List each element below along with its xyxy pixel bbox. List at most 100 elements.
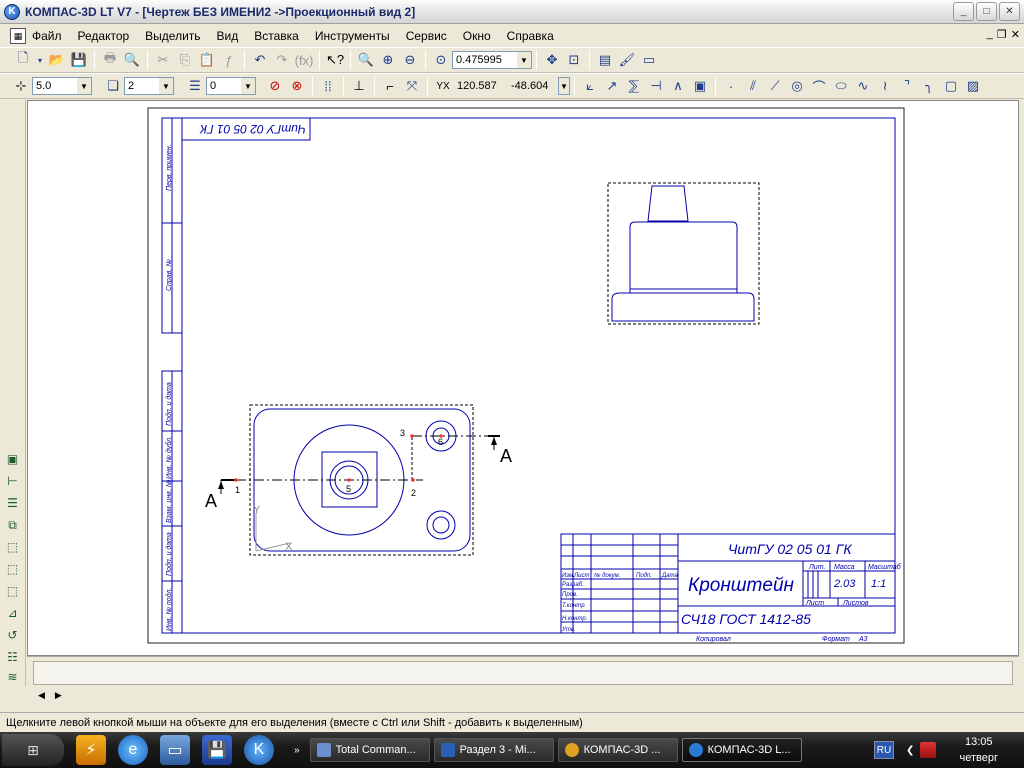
associative-views-icon[interactable]: ⊿ xyxy=(3,604,22,622)
language-indicator[interactable]: RU xyxy=(874,741,894,759)
chevron-down-icon[interactable]: ▼ xyxy=(241,78,255,94)
auxline-icon[interactable]: ⫽ xyxy=(742,75,764,97)
chevron-down-icon[interactable]: ▼ xyxy=(159,78,173,94)
task-kompas-1[interactable]: КОМПАС-3D ... xyxy=(557,738,678,762)
round-icon[interactable]: ⤧ xyxy=(401,75,423,97)
open-file-icon[interactable]: 📂 xyxy=(46,49,68,71)
zoom-scale-combo[interactable]: 0.475995 ▼ xyxy=(452,51,532,69)
rectangle-icon[interactable]: ▢ xyxy=(940,75,962,97)
zoom-out-icon[interactable]: ⊖ xyxy=(399,49,421,71)
select-panel-icon[interactable]: ⬚ xyxy=(3,582,22,600)
segment-icon[interactable]: ⟋ xyxy=(764,75,786,97)
menu-select[interactable]: Выделить xyxy=(137,29,208,43)
reports-panel-icon[interactable]: ≋ xyxy=(3,668,22,686)
nav-left-icon[interactable]: ◀ xyxy=(38,690,45,701)
measure-panel-icon[interactable]: ⬚ xyxy=(3,560,22,578)
mdi-minimize-button[interactable]: _ xyxy=(987,28,993,41)
zoom-in-icon[interactable]: ⊕ xyxy=(377,49,399,71)
parametrization-panel-icon[interactable]: ⬚ xyxy=(3,538,22,556)
function-icon[interactable]: ƒ xyxy=(218,49,240,71)
pan-icon[interactable]: ✥ xyxy=(541,49,563,71)
minimize-button[interactable]: _ xyxy=(953,2,974,21)
menu-tools[interactable]: Инструменты xyxy=(307,29,398,43)
tray-app-icon[interactable] xyxy=(920,742,937,758)
ortho-icon[interactable]: ⌐ xyxy=(379,75,401,97)
print-icon[interactable]: 🖶 xyxy=(99,49,121,71)
menu-file[interactable]: Файл xyxy=(32,29,70,43)
step-combo[interactable]: 5.0 ▼ xyxy=(32,77,92,95)
copy-icon[interactable]: ⎘ xyxy=(174,49,196,71)
chevron-down-icon[interactable]: ▼ xyxy=(77,78,91,94)
geometry-panel-icon[interactable]: ▣ xyxy=(3,450,22,468)
context-help-icon[interactable]: ↖? xyxy=(324,49,346,71)
redo-icon[interactable]: ↷ xyxy=(271,49,293,71)
hatch-icon[interactable]: ▨ xyxy=(962,75,984,97)
edit-panel-icon[interactable]: ⧉ xyxy=(3,516,22,534)
print-preview-icon[interactable]: 🔍 xyxy=(121,49,143,71)
snap-tool-1-icon[interactable]: ⟀ xyxy=(579,75,601,97)
coord-y-field[interactable]: -48.604 xyxy=(508,77,558,95)
chevron-down-icon[interactable]: ▼ xyxy=(559,78,569,94)
winamp-icon[interactable]: ⚡ xyxy=(76,735,106,765)
snap-tool-4-icon[interactable]: ⊣ xyxy=(645,75,667,97)
mdi-close-button[interactable]: ✕ xyxy=(1011,28,1020,41)
drawing-canvas[interactable]: Перв. примен. Справ. № Подп. и дата Инв.… xyxy=(27,100,1019,656)
panel-icon[interactable]: ▭ xyxy=(638,49,660,71)
menu-help[interactable]: Справка xyxy=(499,29,562,43)
layer-icon[interactable]: ❏ xyxy=(102,75,124,97)
snap-tool-5-icon[interactable]: ∧ xyxy=(667,75,689,97)
menu-insert[interactable]: Вставка xyxy=(246,29,307,43)
nurbs-icon[interactable]: ∿ xyxy=(852,75,874,97)
chevron-down-icon[interactable]: ▼ xyxy=(517,52,531,68)
menu-editor[interactable]: Редактор xyxy=(70,29,138,43)
circle-icon[interactable]: ◎ xyxy=(786,75,808,97)
paste-icon[interactable]: 📋 xyxy=(196,49,218,71)
menu-window[interactable]: Окно xyxy=(455,29,499,43)
grid-icon[interactable]: ⁞⁞ xyxy=(317,75,339,97)
cursor-step-icon[interactable]: ⊹ xyxy=(10,75,32,97)
task-word[interactable]: Раздел 3 - Mi... xyxy=(433,738,554,762)
internet-explorer-icon[interactable]: e xyxy=(118,735,148,765)
rotate-icon[interactable]: ↺ xyxy=(3,626,22,644)
brush-icon[interactable]: 🖌 xyxy=(616,49,638,71)
kompas-quicklaunch-icon[interactable]: K xyxy=(244,735,274,765)
tray-expand-icon[interactable]: ❮ xyxy=(906,745,914,756)
undo-icon[interactable]: ↶ xyxy=(249,49,271,71)
point-icon[interactable]: · xyxy=(720,75,742,97)
snap-tool-2-icon[interactable]: ↗ xyxy=(601,75,623,97)
coord-x-field[interactable]: 120.587 xyxy=(454,77,508,95)
floppy-icon[interactable]: 💾 xyxy=(202,735,232,765)
cut-icon[interactable]: ✂ xyxy=(152,49,174,71)
zoom-scale-icon[interactable]: ⊙ xyxy=(430,49,452,71)
dimensions-panel-icon[interactable]: ⊢ xyxy=(3,472,22,490)
zoom-in-window-icon[interactable]: 🔍 xyxy=(355,49,377,71)
magnet-icon[interactable]: ⊗ xyxy=(286,75,308,97)
mdi-restore-button[interactable]: ❐ xyxy=(997,28,1007,41)
style-icon[interactable]: ☰ xyxy=(184,75,206,97)
coord-dropdown[interactable]: ▼ xyxy=(558,77,570,95)
menu-view[interactable]: Вид xyxy=(209,29,247,43)
maximize-button[interactable]: □ xyxy=(976,2,997,21)
fillet-icon[interactable]: ╮ xyxy=(918,75,940,97)
new-dropdown-icon[interactable]: ▾ xyxy=(34,49,46,71)
start-button[interactable]: ⊞ xyxy=(2,734,64,766)
designations-panel-icon[interactable]: ☰ xyxy=(3,494,22,512)
close-button[interactable]: ✕ xyxy=(999,2,1020,21)
task-kompas-lt[interactable]: КОМПАС-3D L... xyxy=(681,738,802,762)
snap-tool-3-icon[interactable]: ⅀ xyxy=(623,75,645,97)
spec-panel-icon[interactable]: ☷ xyxy=(3,648,22,666)
local-cs-icon[interactable]: ⊥ xyxy=(348,75,370,97)
desktop-icon[interactable]: ▭ xyxy=(160,735,190,765)
new-file-icon[interactable]: 🗋 xyxy=(12,49,34,71)
quicklaunch-more-icon[interactable]: » xyxy=(294,745,300,756)
ellipse-icon[interactable]: ⬭ xyxy=(830,75,852,97)
nav-right-icon[interactable]: ▶ xyxy=(55,690,62,701)
style-combo[interactable]: 0 ▼ xyxy=(206,77,256,95)
clock[interactable]: 13:05 четверг xyxy=(960,734,999,766)
bezier-icon[interactable]: ≀ xyxy=(874,75,896,97)
fx-icon[interactable]: (fx) xyxy=(293,49,315,71)
snap-tool-6-icon[interactable]: ▣ xyxy=(689,75,711,97)
document-icon[interactable]: ▦ xyxy=(10,28,26,44)
arc-icon[interactable]: ⌒ xyxy=(808,75,830,97)
task-total-commander[interactable]: Total Comman... xyxy=(309,738,430,762)
